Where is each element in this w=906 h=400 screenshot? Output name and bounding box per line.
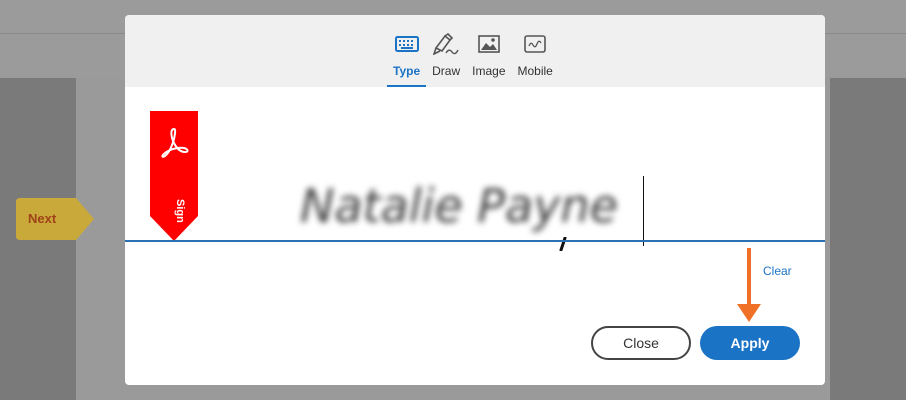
arrow-down-icon (737, 248, 761, 322)
signature-baseline (125, 240, 825, 242)
signature-text-input[interactable] (300, 171, 645, 241)
tab-image-label: Image (472, 64, 506, 78)
clear-link[interactable]: Clear (763, 264, 792, 278)
tab-type[interactable]: Type (387, 31, 427, 87)
tab-mobile[interactable]: Mobile (512, 31, 559, 87)
keyboard-icon (394, 33, 419, 55)
close-button[interactable]: Close (591, 326, 691, 360)
tab-draw[interactable]: Draw (426, 31, 466, 87)
sign-label: Sign (174, 199, 186, 223)
text-cursor (643, 176, 644, 246)
signature-dialog: Type Draw Image Mobile Sign Natalie Payn… (125, 15, 825, 385)
pen-nib-icon (433, 33, 459, 55)
apply-button[interactable]: Apply (700, 326, 800, 360)
tab-type-label: Type (393, 64, 421, 78)
image-icon (478, 33, 500, 55)
signature-method-tabs: Type Draw Image Mobile (387, 31, 559, 87)
signature-area: Sign Clear Close Apply (125, 87, 825, 385)
sign-here-ribbon: Sign (150, 111, 198, 241)
tab-image[interactable]: Image (466, 31, 511, 87)
mobile-signature-icon (524, 33, 546, 55)
adobe-acrobat-icon (161, 127, 189, 158)
dialog-header: Type Draw Image Mobile (125, 15, 825, 87)
tab-mobile-label: Mobile (517, 64, 553, 78)
tab-draw-label: Draw (432, 64, 461, 78)
next-field-tab[interactable]: Next (16, 198, 94, 240)
next-label: Next (28, 211, 57, 226)
